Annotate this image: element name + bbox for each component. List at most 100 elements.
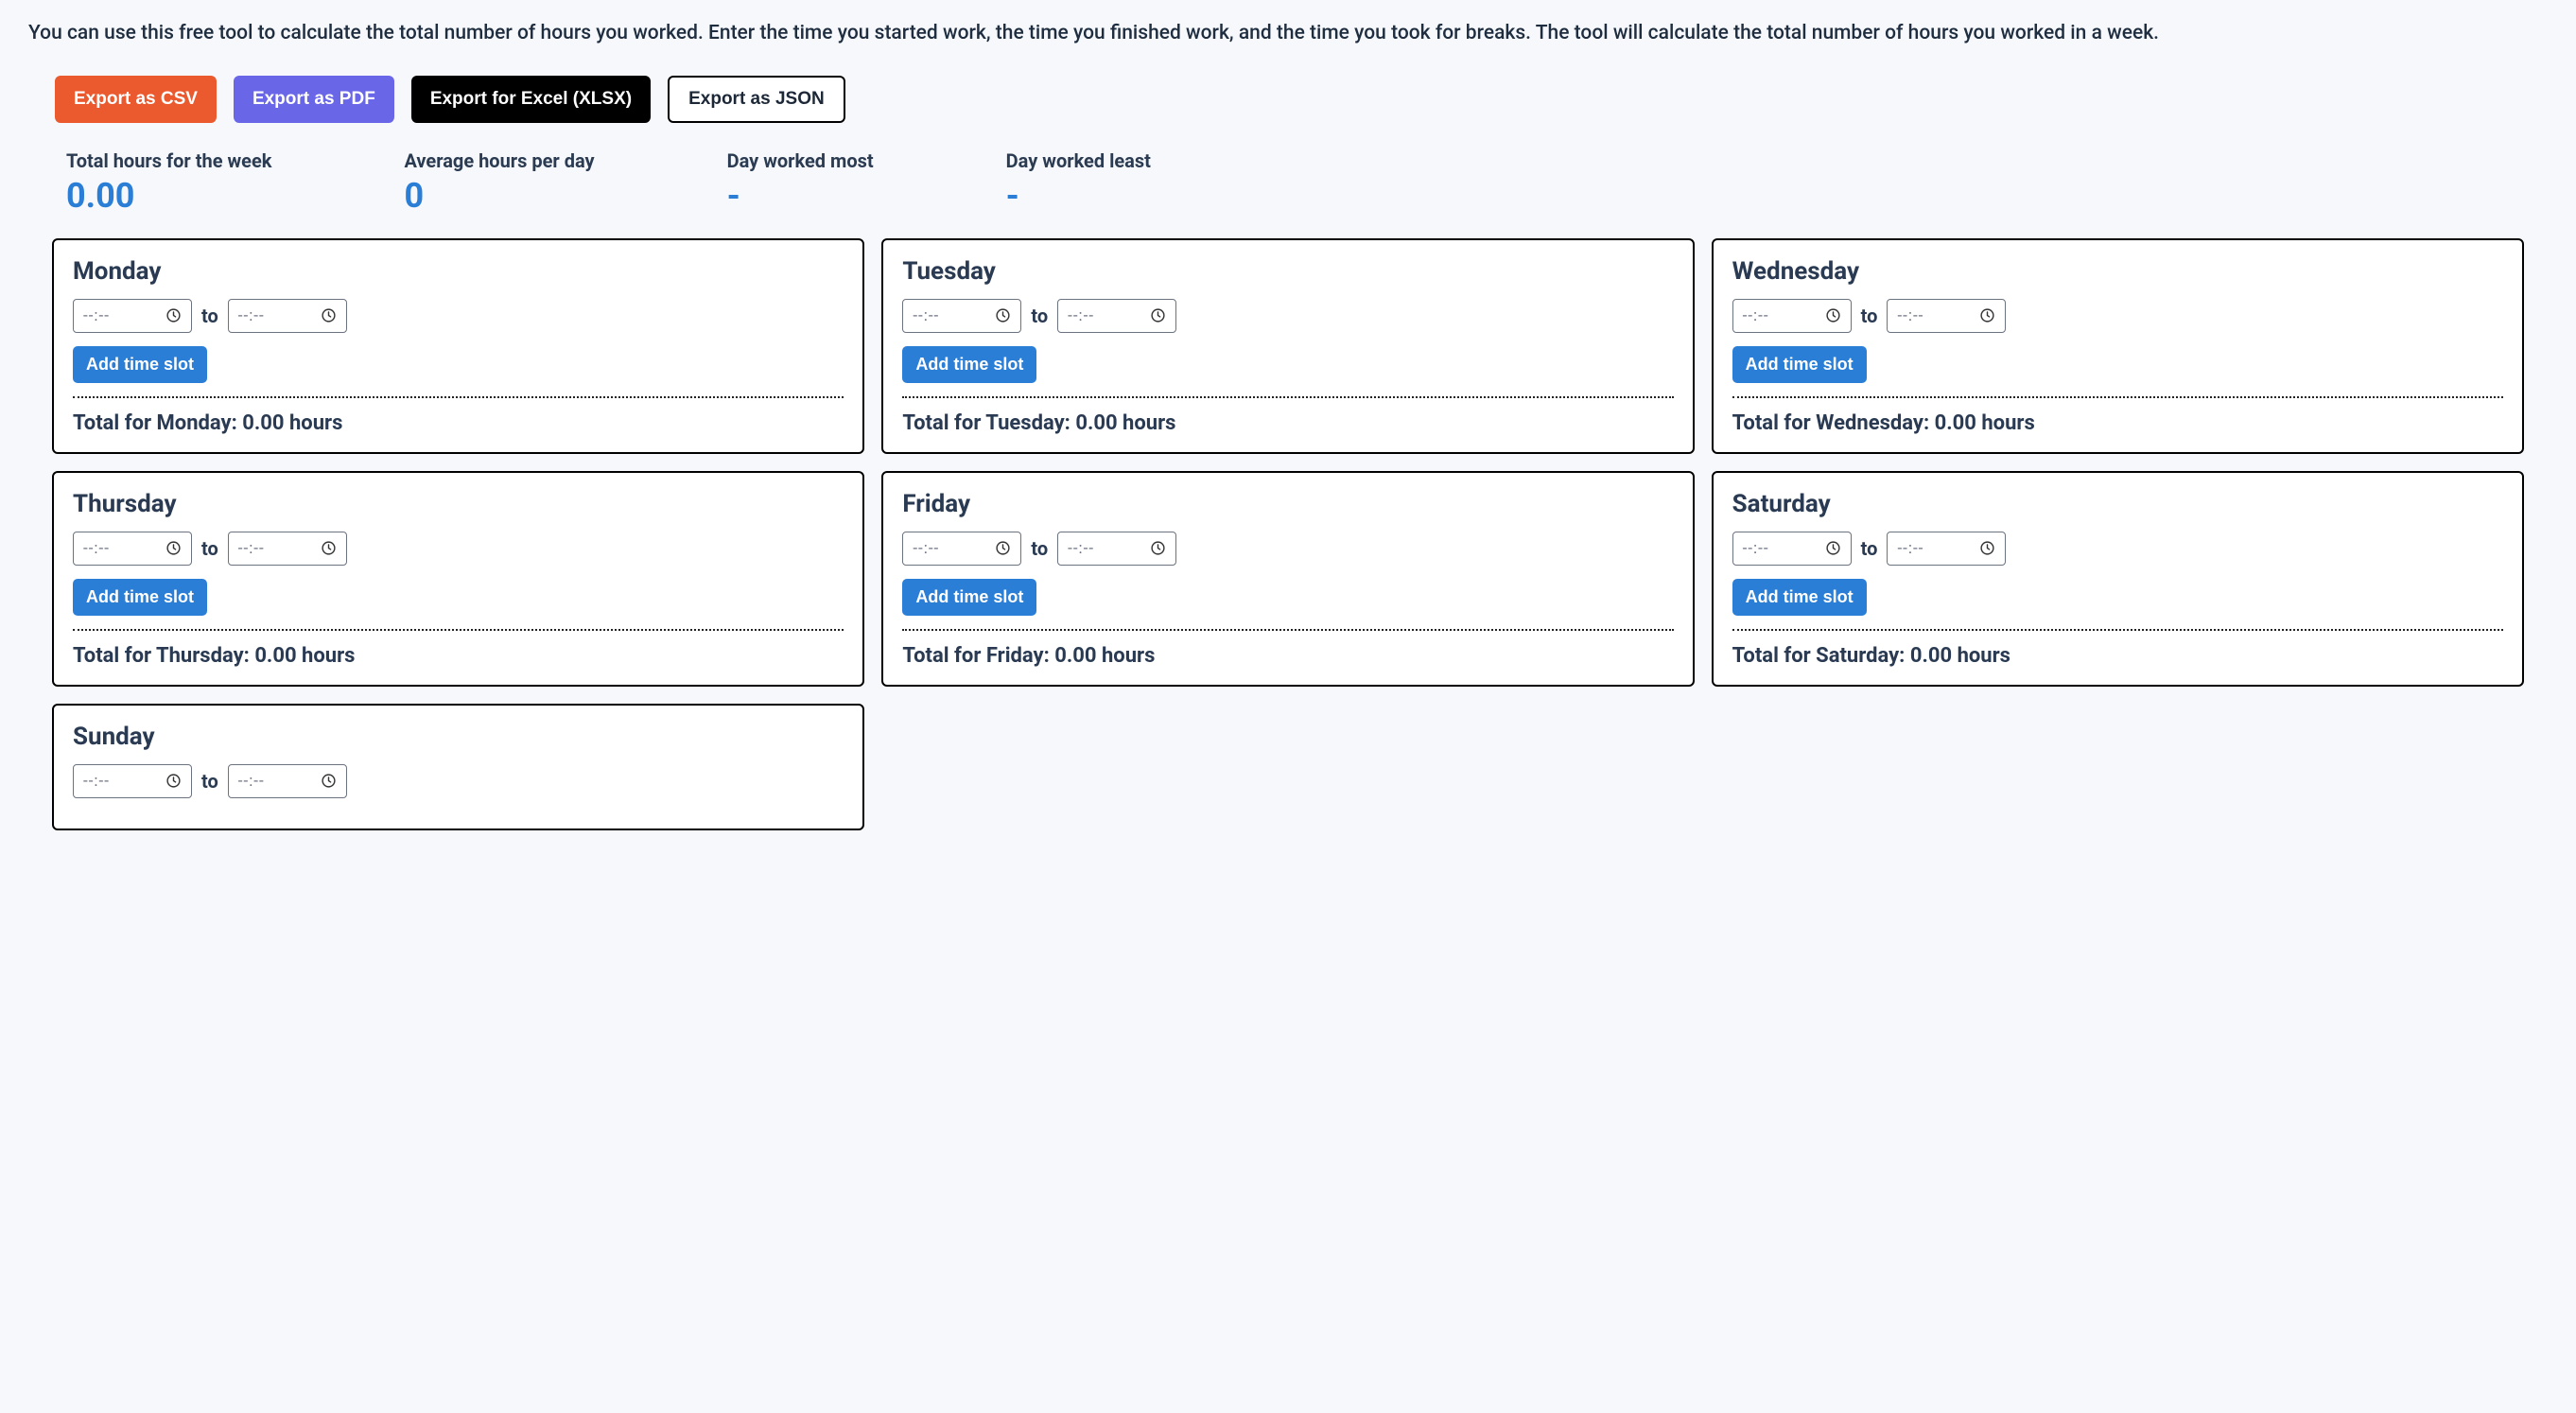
to-label: to <box>1861 537 1878 560</box>
clock-icon <box>1150 307 1166 323</box>
export-row: Export as CSV Export as PDF Export for E… <box>55 76 2548 123</box>
clock-icon <box>1979 540 1995 556</box>
add-time-slot-button[interactable]: Add time slot <box>73 579 207 616</box>
time-placeholder: --:-- <box>1897 306 1923 325</box>
export-json-button[interactable]: Export as JSON <box>668 76 845 123</box>
day-total: Total for Tuesday: 0.00 hours <box>902 411 1673 435</box>
to-label: to <box>1031 537 1048 560</box>
add-time-slot-button[interactable]: Add time slot <box>902 346 1036 383</box>
day-title: Thursday <box>73 490 844 518</box>
time-placeholder: --:-- <box>238 772 265 791</box>
stats-row: Total hours for the week 0.00 Average ho… <box>66 149 2548 216</box>
day-card-tuesday: Tuesday --:-- to --:-- Add time slotTota… <box>881 238 1694 454</box>
start-time-input[interactable]: --:-- <box>1732 532 1852 566</box>
stat-most: Day worked most - <box>727 149 874 216</box>
add-time-slot-button[interactable]: Add time slot <box>1732 346 1867 383</box>
stat-avg-label: Average hours per day <box>404 149 594 172</box>
stat-avg-value: 0 <box>404 176 594 216</box>
export-xlsx-button[interactable]: Export for Excel (XLSX) <box>411 76 651 123</box>
separator <box>1732 629 2503 631</box>
stat-total: Total hours for the week 0.00 <box>66 149 271 216</box>
time-slot-row: --:-- to --:-- <box>73 299 844 333</box>
export-pdf-button[interactable]: Export as PDF <box>234 76 394 123</box>
time-slot-row: --:-- to --:-- <box>73 764 844 798</box>
end-time-input[interactable]: --:-- <box>228 299 347 333</box>
start-time-input[interactable]: --:-- <box>73 532 192 566</box>
start-time-input[interactable]: --:-- <box>1732 299 1852 333</box>
separator <box>73 629 844 631</box>
clock-icon <box>1825 307 1841 323</box>
start-time-input[interactable]: --:-- <box>73 299 192 333</box>
clock-icon <box>995 307 1011 323</box>
separator <box>73 396 844 398</box>
clock-icon <box>165 307 182 323</box>
day-total: Total for Wednesday: 0.00 hours <box>1732 411 2503 435</box>
clock-icon <box>995 540 1011 556</box>
time-placeholder: --:-- <box>1897 539 1923 558</box>
day-card-friday: Friday --:-- to --:-- Add time slot Total… <box>881 471 1694 687</box>
stat-most-label: Day worked most <box>727 149 874 172</box>
to-label: to <box>1861 305 1878 327</box>
day-total: Total for Saturday: 0.00 hours <box>1732 644 2503 668</box>
clock-icon <box>321 307 337 323</box>
time-placeholder: --:-- <box>913 539 939 558</box>
export-csv-button[interactable]: Export as CSV <box>55 76 217 123</box>
to-label: to <box>201 305 218 327</box>
day-card-thursday: Thursday --:-- to --:-- Add time slotTot… <box>52 471 864 687</box>
stat-least-value: - <box>1006 176 1151 216</box>
end-time-input[interactable]: --:-- <box>228 532 347 566</box>
day-card-wednesday: Wednesday --:-- to --:-- Add time slotTo… <box>1712 238 2524 454</box>
day-title: Monday <box>73 257 844 286</box>
time-slot-row: --:-- to --:-- <box>73 532 844 566</box>
time-placeholder: --:-- <box>1068 539 1094 558</box>
time-placeholder: --:-- <box>83 772 110 791</box>
day-total: Total for Friday: 0.00 hours <box>902 644 1673 668</box>
day-card-monday: Monday --:-- to --:-- Add time slot Total… <box>52 238 864 454</box>
start-time-input[interactable]: --:-- <box>73 764 192 798</box>
time-placeholder: --:-- <box>1068 306 1094 325</box>
clock-icon <box>1979 307 1995 323</box>
end-time-input[interactable]: --:-- <box>228 764 347 798</box>
time-placeholder: --:-- <box>238 539 265 558</box>
time-placeholder: --:-- <box>83 539 110 558</box>
stat-total-label: Total hours for the week <box>66 149 271 172</box>
stat-least: Day worked least - <box>1006 149 1151 216</box>
time-placeholder: --:-- <box>83 306 110 325</box>
time-placeholder: --:-- <box>1743 306 1769 325</box>
clock-icon <box>1150 540 1166 556</box>
end-time-input[interactable]: --:-- <box>1887 299 2006 333</box>
day-total: Total for Monday: 0.00 hours <box>73 411 844 435</box>
day-title: Friday <box>902 490 1673 518</box>
separator <box>902 396 1673 398</box>
time-placeholder: --:-- <box>1743 539 1769 558</box>
clock-icon <box>165 540 182 556</box>
to-label: to <box>201 770 218 793</box>
to-label: to <box>1031 305 1048 327</box>
start-time-input[interactable]: --:-- <box>902 299 1021 333</box>
end-time-input[interactable]: --:-- <box>1057 299 1176 333</box>
day-card-sunday: Sunday --:-- to --:-- <box>52 704 864 830</box>
time-placeholder: --:-- <box>238 306 265 325</box>
time-slot-row: --:-- to --:-- <box>1732 299 2503 333</box>
clock-icon <box>1825 540 1841 556</box>
stat-avg: Average hours per day 0 <box>404 149 594 216</box>
days-grid: Monday --:-- to --:-- Add time slot Total… <box>52 238 2524 830</box>
end-time-input[interactable]: --:-- <box>1057 532 1176 566</box>
separator <box>902 629 1673 631</box>
time-slot-row: --:-- to --:-- <box>902 532 1673 566</box>
clock-icon <box>165 773 182 789</box>
time-slot-row: --:-- to --:-- <box>1732 532 2503 566</box>
stat-least-label: Day worked least <box>1006 149 1151 172</box>
add-time-slot-button[interactable]: Add time slot <box>902 579 1036 616</box>
intro-text: You can use this free tool to calculate … <box>28 19 2548 49</box>
start-time-input[interactable]: --:-- <box>902 532 1021 566</box>
add-time-slot-button[interactable]: Add time slot <box>1732 579 1867 616</box>
day-title: Saturday <box>1732 490 2503 518</box>
clock-icon <box>321 773 337 789</box>
time-slot-row: --:-- to --:-- <box>902 299 1673 333</box>
day-title: Sunday <box>73 723 844 751</box>
stat-total-value: 0.00 <box>66 176 271 216</box>
end-time-input[interactable]: --:-- <box>1887 532 2006 566</box>
add-time-slot-button[interactable]: Add time slot <box>73 346 207 383</box>
clock-icon <box>321 540 337 556</box>
